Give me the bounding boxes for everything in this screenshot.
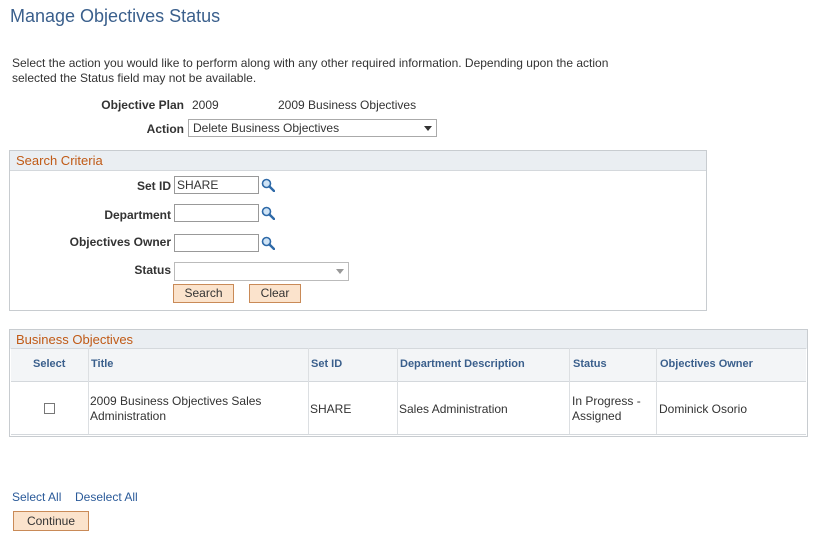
row-title: 2009 Business Objectives Sales Administr… (90, 394, 262, 423)
objectives-owner-lookup-icon[interactable] (261, 236, 275, 250)
column-header-setid[interactable]: Set ID (311, 358, 342, 370)
dropdown-arrow-icon (336, 269, 344, 274)
dropdown-arrow-icon (424, 126, 432, 131)
clear-button[interactable]: Clear (249, 284, 301, 303)
search-button[interactable]: Search (173, 284, 234, 303)
continue-button[interactable]: Continue (13, 511, 89, 531)
row-owner: Dominick Osorio (659, 402, 748, 416)
department-input[interactable] (174, 204, 259, 222)
column-header-status[interactable]: Status (573, 358, 607, 370)
action-label: Action (146, 122, 184, 136)
status-select[interactable] (174, 262, 349, 281)
column-header-department[interactable]: Department Description (400, 358, 525, 370)
column-divider (308, 348, 309, 435)
row-status: In Progress - Assigned (572, 394, 641, 423)
objectives-owner-input[interactable] (174, 234, 259, 252)
instructions-text: Select the action you would like to perf… (12, 56, 609, 85)
column-divider (397, 348, 398, 435)
grid-bottom-border (11, 434, 806, 435)
action-select-value: Delete Business Objectives (193, 121, 340, 135)
setid-input[interactable]: SHARE (174, 176, 259, 194)
objective-plan-label: Objective Plan (101, 98, 184, 112)
objectives-owner-label: Objectives Owner (69, 235, 171, 249)
business-objectives-heading: Business Objectives (10, 330, 807, 349)
column-header-owner[interactable]: Objectives Owner (660, 358, 753, 370)
deselect-all-link[interactable]: Deselect All (75, 490, 138, 504)
column-divider (656, 348, 657, 435)
column-header-title[interactable]: Title (91, 358, 113, 370)
row-select-checkbox[interactable] (44, 403, 55, 414)
department-label: Department (104, 208, 171, 222)
status-label: Status (134, 263, 171, 277)
setid-label: Set ID (136, 179, 171, 193)
setid-lookup-icon[interactable] (261, 178, 275, 192)
setid-input-value: SHARE (177, 178, 219, 192)
action-select[interactable]: Delete Business Objectives (188, 119, 437, 137)
row-setid: SHARE (310, 402, 352, 416)
column-header-select: Select (33, 358, 66, 370)
column-divider (569, 348, 570, 435)
page-title: Manage Objectives Status (10, 6, 221, 26)
search-criteria-heading: Search Criteria (10, 151, 706, 171)
search-criteria-section: Search Criteria (9, 150, 707, 311)
row-department: Sales Administration (399, 402, 508, 416)
department-lookup-icon[interactable] (261, 206, 275, 220)
objective-plan-description: 2009 Business Objectives (278, 98, 417, 112)
select-all-link[interactable]: Select All (12, 490, 61, 504)
objective-plan-year: 2009 (192, 98, 219, 112)
column-divider (88, 348, 89, 435)
